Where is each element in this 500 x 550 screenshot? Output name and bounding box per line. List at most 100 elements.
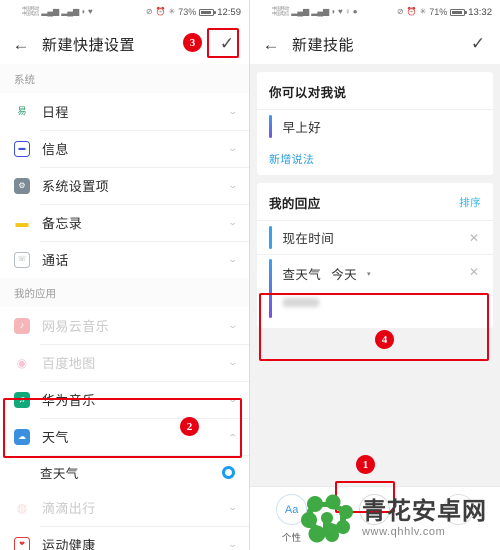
chevron-down-icon[interactable]: ⌄ <box>228 394 238 405</box>
site-watermark: 青花安卓网 www.qhhlv.com <box>295 488 500 550</box>
accent-bar <box>269 259 272 318</box>
wifi-icon: ◗ <box>81 7 87 16</box>
radio-selected-icon[interactable] <box>222 465 235 479</box>
my-apps-list: ♪ 网易云音乐 ⌄ ◉ 百度地图 ⌄ ♫ 华为音乐 ⌄ ☁ 天气 ⌄ 查天气 ◍… <box>0 307 249 550</box>
sort-link[interactable]: 排序 <box>459 195 481 210</box>
confirm-check-icon[interactable]: ✓ <box>466 32 490 56</box>
calendar-icon: 易 <box>14 103 30 120</box>
chevron-down-icon[interactable]: ▾ <box>367 270 371 278</box>
vpn-icon: ♥ <box>88 7 93 16</box>
right-status-right: ⊘ ⏰ ✳ 71% 13:32 <box>397 7 492 18</box>
annotation-badge-2: 2 <box>180 417 199 436</box>
status-clock: 12:59 <box>217 6 241 18</box>
list-item-label: 百度地图 <box>42 356 96 371</box>
signal-bars-icon-2: ▂▄▆ <box>61 7 80 16</box>
list-item-memo[interactable]: ▬ 备忘录 ⌄ <box>0 204 249 241</box>
signal-bars-icon-1: ▂▄▆ <box>291 7 310 16</box>
response-text: 查天气 <box>282 268 322 282</box>
chevron-down-icon[interactable]: ⌄ <box>228 180 238 191</box>
accent-bar <box>269 226 272 249</box>
netease-music-icon: ♪ <box>14 317 30 334</box>
sub-item-check-weather[interactable]: 查天气 <box>0 455 249 489</box>
list-item-didi[interactable]: ◍ 滴滴出行 ⌄ <box>0 489 249 526</box>
battery-icon <box>450 8 467 16</box>
list-item-huawei-music[interactable]: ♫ 华为音乐 ⌄ <box>0 381 249 418</box>
list-item-label: 网易云音乐 <box>42 319 110 334</box>
right-content-panel: 你可以对我说 早上好 新增说法 我的回应 排序 现在时间 ✕ 查天气 今天 ▾ … <box>250 64 500 550</box>
phrase-entry[interactable]: 早上好 <box>257 109 493 143</box>
weather-entry-body: 查天气 今天 ▾ <box>282 255 465 322</box>
person-icon: ♀ <box>344 7 351 16</box>
left-status-right: ⊘ ⏰ ✳ 73% 12:59 <box>146 7 241 18</box>
phrase-text: 早上好 <box>282 121 322 135</box>
list-item-label: 通话 <box>42 253 69 268</box>
add-phrase-link[interactable]: 新增说法 <box>257 143 493 169</box>
back-arrow-icon[interactable]: ← <box>10 33 32 55</box>
chevron-down-icon[interactable]: ⌄ <box>228 254 238 265</box>
list-item-netease-music[interactable]: ♪ 网易云音乐 ⌄ <box>0 307 249 344</box>
accent-bar <box>269 115 272 138</box>
list-item-weather[interactable]: ☁ 天气 ⌄ <box>0 418 249 455</box>
watermark-url: www.qhhlv.com <box>362 526 446 538</box>
chevron-up-icon[interactable]: ⌄ <box>228 431 238 442</box>
signal-bars-icon-1: ▂▄▆ <box>41 7 60 16</box>
battery-percent-label: 73% <box>178 7 197 17</box>
say-to-me-card: 你可以对我说 早上好 新增说法 <box>257 72 493 175</box>
message-icon: ▬ <box>14 140 30 157</box>
system-list: 易 日程 ⌄ ▬ 信息 ⌄ ⚙ 系统设置项 ⌄ ▬ 备忘录 ⌄ ☏ 通话 ⌄ <box>0 93 249 278</box>
battery-icon <box>199 8 216 16</box>
list-item-message[interactable]: ▬ 信息 ⌄ <box>0 130 249 167</box>
vpn-icon: ♥ <box>338 7 343 16</box>
weather-icon: ☁ <box>14 428 30 445</box>
card-title-text: 你可以对我说 <box>269 86 347 100</box>
chevron-down-icon[interactable]: ⌄ <box>228 502 238 513</box>
carrier-line-2: 中国电信 <box>22 11 40 16</box>
battery-percent-label: 71% <box>429 7 448 17</box>
list-item-system-settings[interactable]: ⚙ 系统设置项 ⌄ <box>0 167 249 204</box>
chevron-down-icon[interactable]: ⌄ <box>228 320 238 331</box>
alarm-icon: ⏰ <box>406 7 417 16</box>
watermark-site-name: 青花安卓网 <box>362 498 487 525</box>
list-item-call[interactable]: ☏ 通话 ⌄ <box>0 241 249 278</box>
right-phone-screen: 中国移动 中国电信 ▂▄▆ ▂▄▆ ◗ ♥ ♀ ● ⊘ ⏰ ✳ 71% 13:3… <box>250 0 500 550</box>
annotation-badge-3: 3 <box>183 33 202 52</box>
dual-screenshot-container: 中国移动 中国电信 ▂▄▆ ▂▄▆ ◗ ♥ ⊘ ⏰ ✳ 73% 12:59 ← … <box>0 0 500 550</box>
left-carrier-group: 中国移动 中国电信 ▂▄▆ ▂▄▆ ◗ ♥ <box>22 7 93 16</box>
response-entry-weather[interactable]: 查天气 今天 ▾ ✕ <box>257 254 493 322</box>
left-status-bar: 中国移动 中国电信 ▂▄▆ ▂▄▆ ◗ ♥ ⊘ ⏰ ✳ 73% 12:59 <box>0 0 249 24</box>
list-item-label: 运动健康 <box>42 538 96 550</box>
chevron-down-icon[interactable]: ⌄ <box>228 217 238 228</box>
chevron-down-icon[interactable]: ⌄ <box>228 357 238 368</box>
confirm-check-icon[interactable]: ✓ <box>215 32 239 56</box>
page-title: 新建快捷设置 <box>42 36 136 54</box>
response-entry-time[interactable]: 现在时间 ✕ <box>257 220 493 254</box>
annotation-badge-1: 1 <box>356 455 375 474</box>
watermark-text: 青花安卓网 www.qhhlv.com <box>362 500 487 538</box>
mute-icon: ⊘ <box>145 7 153 16</box>
huawei-music-icon: ♫ <box>14 391 30 408</box>
watermark-logo-icon <box>301 494 353 543</box>
sub-item-label: 查天气 <box>40 466 79 481</box>
weather-entry-header: 查天气 今天 ▾ <box>283 255 465 283</box>
chevron-down-icon[interactable]: ⌄ <box>228 539 238 550</box>
list-item-label: 滴滴出行 <box>42 501 96 516</box>
list-item-calendar[interactable]: 易 日程 ⌄ <box>0 93 249 130</box>
card-title-text: 我的回应 <box>269 197 321 211</box>
right-carrier-group: 中国移动 中国电信 ▂▄▆ ▂▄▆ ◗ ♥ ♀ ● <box>272 7 358 16</box>
close-icon[interactable]: ✕ <box>465 255 483 279</box>
chevron-down-icon[interactable]: ⌄ <box>228 143 238 154</box>
chevron-down-icon[interactable]: ⌄ <box>228 106 238 117</box>
back-arrow-icon[interactable]: ← <box>260 33 282 55</box>
weather-param-label[interactable]: 今天 <box>331 264 357 283</box>
health-icon: ❤ <box>14 536 30 550</box>
section-header-my-apps: 我的应用 <box>0 278 249 307</box>
list-item-baidu-map[interactable]: ◉ 百度地图 ⌄ <box>0 344 249 381</box>
baidu-map-icon: ◉ <box>16 355 28 370</box>
right-app-bar: ← 新建技能 ✓ <box>250 24 500 64</box>
status-clock: 13:32 <box>468 6 492 18</box>
list-item-health[interactable]: ❤ 运动健康 ⌄ <box>0 526 249 550</box>
mute-icon: ⊘ <box>396 7 404 16</box>
list-item-label: 系统设置项 <box>42 179 110 194</box>
section-header-system: 系统 <box>0 64 249 93</box>
close-icon[interactable]: ✕ <box>465 231 483 245</box>
